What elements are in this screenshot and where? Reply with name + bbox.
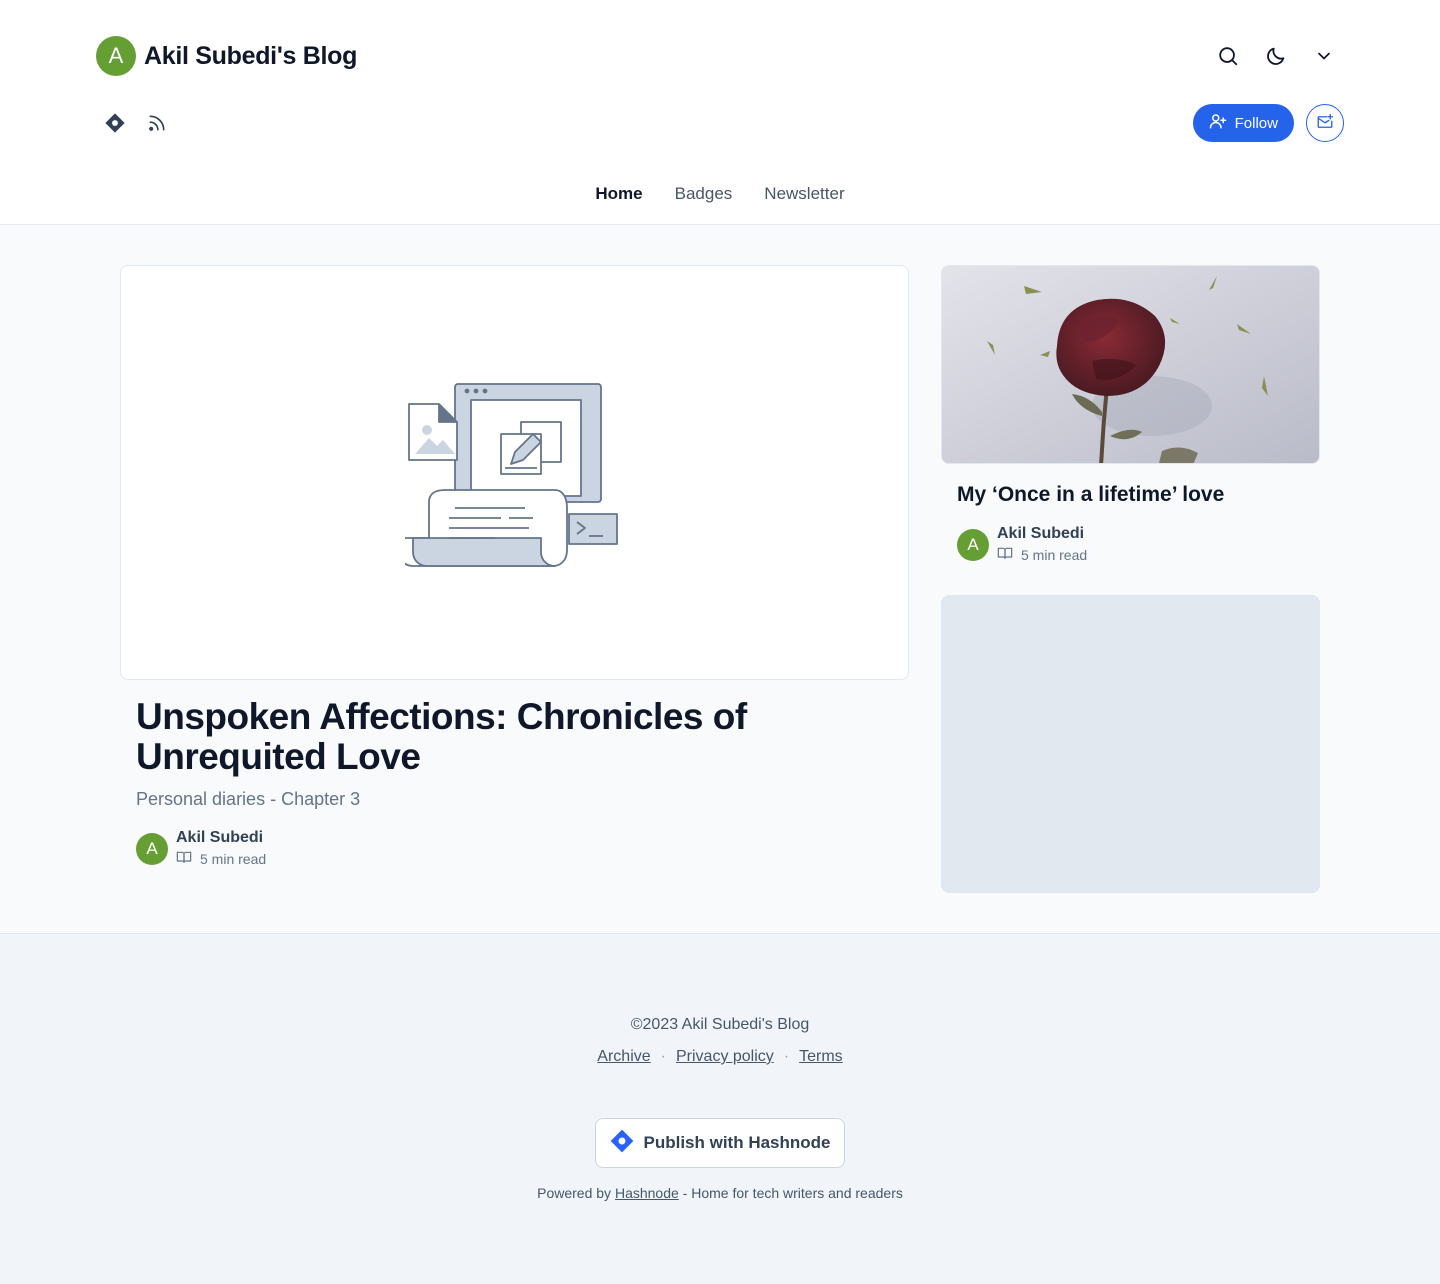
header-actions: Follow bbox=[1192, 104, 1344, 142]
search-icon[interactable] bbox=[1208, 36, 1248, 76]
side-post-author: A Akil Subedi 5 min read bbox=[957, 525, 1087, 564]
footer-links: Archive · Privacy policy · Terms bbox=[0, 1048, 1440, 1066]
nav-item-newsletter[interactable]: Newsletter bbox=[764, 184, 844, 204]
social-links bbox=[96, 104, 176, 142]
read-time-label: 5 min read bbox=[1021, 546, 1088, 563]
featured-post-subtitle[interactable]: Personal diaries - Chapter 3 bbox=[136, 789, 360, 810]
avatar[interactable]: A bbox=[957, 528, 989, 561]
hashnode-icon[interactable] bbox=[96, 104, 134, 142]
separator: · bbox=[783, 1048, 790, 1065]
read-time: 5 min read bbox=[997, 545, 1087, 564]
read-time-label: 5 min read bbox=[200, 850, 267, 867]
powered-prefix: Powered by bbox=[537, 1185, 612, 1201]
loading-placeholder-card bbox=[941, 595, 1320, 893]
blog-title[interactable]: Akil Subedi's Blog bbox=[144, 42, 357, 71]
chevron-down-icon[interactable] bbox=[1304, 36, 1344, 76]
hashnode-icon bbox=[609, 1128, 635, 1159]
powered-suffix: - Home for tech writers and readers bbox=[682, 1185, 903, 1201]
nav-item-badges[interactable]: Badges bbox=[675, 184, 733, 204]
follow-label: Follow bbox=[1234, 114, 1278, 132]
copyright-text: ©2023 Akil Subedi's Blog bbox=[630, 1016, 810, 1033]
separator: · bbox=[660, 1048, 666, 1065]
nav-item-home[interactable]: Home bbox=[595, 184, 642, 204]
author-meta: Akil Subedi 5 min read bbox=[997, 525, 1087, 564]
rose-cover-image bbox=[942, 266, 1319, 463]
publish-with-hashnode-button[interactable]: Publish with Hashnode bbox=[595, 1118, 845, 1168]
follow-button[interactable]: Follow bbox=[1192, 104, 1294, 142]
rss-icon[interactable] bbox=[138, 104, 176, 142]
site-footer: ©2023 Akil Subedi's Blog Archive · Priva… bbox=[0, 934, 1440, 1284]
avatar[interactable]: A bbox=[136, 832, 168, 865]
site-header: A Akil Subedi's Blog Follow Home Badges … bbox=[0, 0, 1440, 225]
footer-link-terms[interactable]: Terms bbox=[799, 1048, 843, 1066]
footer-link-privacy-policy[interactable]: Privacy policy bbox=[676, 1048, 774, 1066]
author-meta: Akil Subedi 5 min read bbox=[176, 829, 266, 868]
featured-author: A Akil Subedi 5 min read bbox=[136, 829, 266, 868]
publish-label: Publish with Hashnode bbox=[643, 1133, 831, 1152]
side-post-title[interactable]: My ‘Once in a lifetime’ love bbox=[957, 483, 1224, 507]
book-open-icon bbox=[997, 545, 1013, 564]
featured-post-title[interactable]: Unspoken Affections: Chronicles of Unreq… bbox=[136, 697, 856, 777]
posts-section: Unspoken Affections: Chronicles of Unreq… bbox=[0, 225, 1440, 934]
default-cover-illustration bbox=[404, 382, 618, 567]
author-name[interactable]: Akil Subedi bbox=[997, 525, 1087, 543]
main-nav: Home Badges Newsletter bbox=[0, 184, 1440, 204]
user-plus-icon bbox=[1209, 112, 1227, 134]
book-open-icon bbox=[176, 849, 192, 868]
moon-icon[interactable] bbox=[1256, 36, 1296, 76]
newsletter-subscribe-button[interactable] bbox=[1306, 104, 1344, 142]
header-tools bbox=[1208, 36, 1344, 76]
powered-by-text: Powered by Hashnode - Home for tech writ… bbox=[0, 1185, 1440, 1201]
footer-link-archive[interactable]: Archive bbox=[597, 1048, 650, 1066]
side-post-cover[interactable] bbox=[941, 265, 1320, 464]
author-name[interactable]: Akil Subedi bbox=[176, 829, 266, 847]
read-time: 5 min read bbox=[176, 849, 266, 868]
brand[interactable]: A Akil Subedi's Blog bbox=[96, 36, 357, 76]
hashnode-link[interactable]: Hashnode bbox=[615, 1185, 679, 1201]
blog-avatar[interactable]: A bbox=[96, 36, 136, 76]
mail-plus-icon bbox=[1316, 113, 1334, 134]
featured-post-cover[interactable] bbox=[120, 265, 909, 680]
